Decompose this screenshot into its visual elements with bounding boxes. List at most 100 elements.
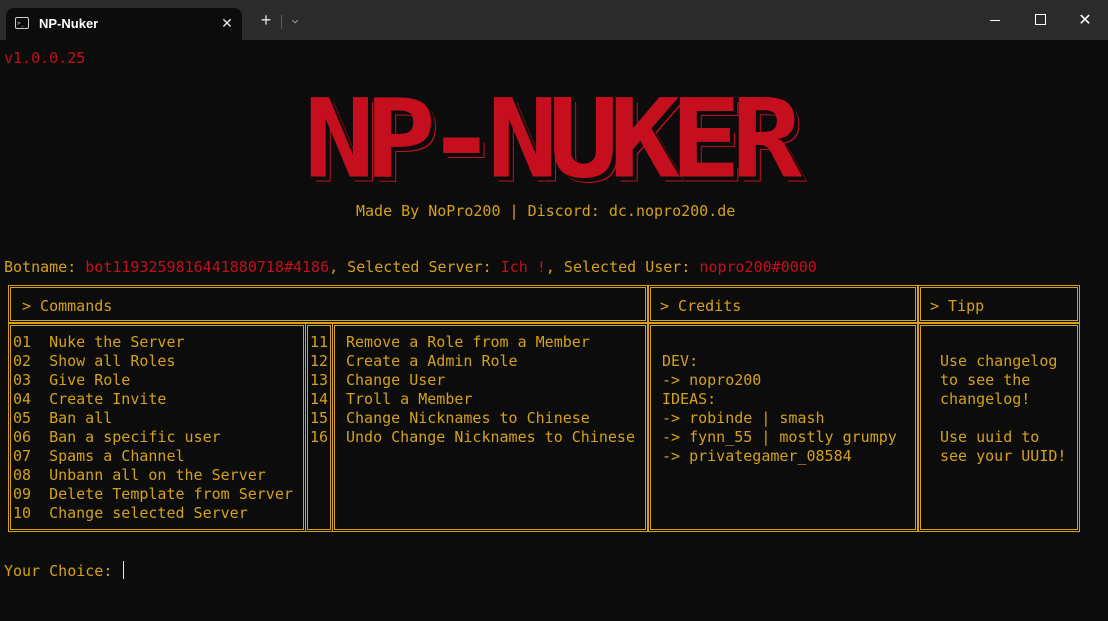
command-number: 03 (13, 371, 32, 389)
title-bar: >_ NP-Nuker ✕ + ⌵ ✕ (0, 0, 1108, 40)
commands-right-box: Remove a Role from a Member Create a Admi… (332, 323, 648, 532)
command-label: Troll a Member (346, 390, 473, 408)
choice-prompt[interactable]: Your Choice: (4, 561, 125, 581)
version-label: v1.0.0.25 (4, 49, 86, 67)
command-label: Show all Roles (49, 352, 176, 370)
commands-right-numbers-box: 11 12 13 14 15 16 (305, 323, 333, 532)
commands-left-box: 01 Nuke the Server 02 Show all Roles 03 Give … (8, 323, 306, 532)
command-number: 13 (310, 371, 329, 389)
status-line: Botname: bot1193259816441880718#4186, Se… (4, 258, 817, 277)
tipp-line: Use uuid to (940, 428, 1040, 446)
command-number: 07 (13, 447, 32, 465)
botname-value: bot1193259816441880718#4186 (85, 258, 330, 276)
credits-header-box: > Credits (648, 285, 918, 323)
credits-line: -> nopro200 (662, 371, 762, 389)
user-value: nopro200#0000 (699, 258, 817, 276)
credits-line (662, 333, 897, 352)
command-label: Unbann all on the Server (49, 466, 266, 484)
commands-right-list: Remove a Role from a Member Create a Admi… (346, 333, 635, 447)
command-label: Give Role (49, 371, 131, 389)
credits-line: -> privategamer_08584 (662, 447, 852, 465)
command-label: Change selected Server (49, 504, 248, 522)
command-number: 01 (13, 333, 32, 351)
terminal-area[interactable]: v1.0.0.25 NP-NUKER Made By NoPro200 | Di… (0, 40, 1108, 621)
minimize-button[interactable] (972, 0, 1018, 40)
made-by-line: Made By NoPro200 | Discord: dc.nopro200.… (356, 202, 736, 220)
tipp-line (940, 409, 1066, 428)
tab-np-nuker[interactable]: >_ NP-Nuker ✕ (6, 8, 242, 40)
commands-right-numbers: 11 12 13 14 15 16 (310, 333, 328, 447)
credits-line: IDEAS: (662, 390, 717, 408)
command-number: 14 (310, 390, 329, 408)
command-label: Nuke the Server (49, 333, 185, 351)
command-item: 02 Show all Roles (13, 352, 293, 371)
tipp-line: to see the (940, 371, 1031, 389)
command-label: Change Nicknames to Chinese (346, 409, 590, 427)
command-label: Ban a specific user (49, 428, 221, 446)
credits-line: -> robinde | smash (662, 409, 825, 427)
tipp-line: Use changelog (940, 352, 1058, 370)
command-number: 02 (13, 352, 32, 370)
commands-header-box: > Commands (8, 285, 648, 323)
text-cursor (123, 561, 125, 579)
tipp-header-box: > Tipp (918, 285, 1080, 323)
new-tab-button[interactable]: + (256, 10, 276, 30)
close-window-button[interactable]: ✕ (1062, 0, 1108, 40)
credits-header: > Credits (660, 297, 742, 315)
command-label: Create a Admin Role (346, 352, 518, 370)
credits-list: DEV: -> nopro200 IDEAS: -> robinde | smash -… (662, 333, 897, 466)
command-label: Change User (346, 371, 446, 389)
command-label: Ban all (49, 409, 113, 427)
botname-label: Botname: (4, 258, 86, 276)
tab-separator (281, 15, 282, 29)
commands-left-list: 01 Nuke the Server 02 Show all Roles 03 Give … (13, 333, 293, 523)
tipp-header: > Tipp (930, 297, 985, 315)
maximize-button[interactable] (1017, 0, 1063, 40)
credits-box: DEV: -> nopro200 IDEAS: -> robinde | smash -… (648, 323, 918, 532)
minimize-icon (990, 20, 1000, 21)
command-item: 05 Ban all (13, 409, 293, 428)
commands-header: > Commands (22, 297, 113, 315)
command-item: 06 Ban a specific user (13, 428, 293, 447)
command-label: Undo Change Nicknames to Chinese (346, 428, 635, 446)
command-label: Delete Template from Server (49, 485, 293, 503)
command-item: 04 Create Invite (13, 390, 293, 409)
command-number: 15 (310, 409, 329, 427)
command-item: 09 Delete Template from Server (13, 485, 293, 504)
tab-close-button[interactable]: ✕ (218, 14, 236, 32)
tipp-line: changelog! (940, 390, 1031, 408)
command-item: 01 Nuke the Server (13, 333, 293, 352)
chevron-down-icon[interactable]: ⌵ (285, 10, 305, 30)
logo-text: NP-NUKER (303, 75, 802, 203)
credits-line: DEV: (662, 352, 699, 370)
command-number: 16 (310, 428, 329, 446)
terminal-icon: >_ (15, 17, 29, 29)
command-item: 07 Spams a Channel (13, 447, 293, 466)
maximize-icon (1035, 14, 1046, 25)
user-label: , Selected User: (545, 258, 700, 276)
command-number: 05 (13, 409, 32, 427)
prompt-label: Your Choice: (4, 562, 122, 580)
np-nuker-logo: NP-NUKER (250, 75, 846, 203)
command-label: Create Invite (49, 390, 167, 408)
tipp-list: Use changelog to see the changelog! Use uui… (940, 333, 1066, 466)
command-label: Remove a Role from a Member (346, 333, 590, 351)
command-number: 12 (310, 352, 329, 370)
command-number: 09 (13, 485, 32, 503)
command-item: 03 Give Role (13, 371, 293, 390)
credits-line: -> fynn_55 | mostly grumpy (662, 428, 897, 446)
command-item: 10 Change selected Server (13, 504, 293, 523)
command-number: 04 (13, 390, 32, 408)
server-label: , Selected Server: (329, 258, 501, 276)
command-number: 08 (13, 466, 32, 484)
tipp-line (940, 333, 1066, 352)
server-value: Ich ! (500, 258, 546, 276)
command-number: 10 (13, 504, 32, 522)
command-item: 08 Unbann all on the Server (13, 466, 293, 485)
command-label: Spams a Channel (49, 447, 185, 465)
tipp-line: see your UUID! (940, 447, 1067, 465)
tab-title: NP-Nuker (39, 16, 99, 31)
command-number: 06 (13, 428, 32, 446)
tipp-box: Use changelog to see the changelog! Use uui… (918, 323, 1080, 532)
command-number: 11 (310, 333, 329, 351)
